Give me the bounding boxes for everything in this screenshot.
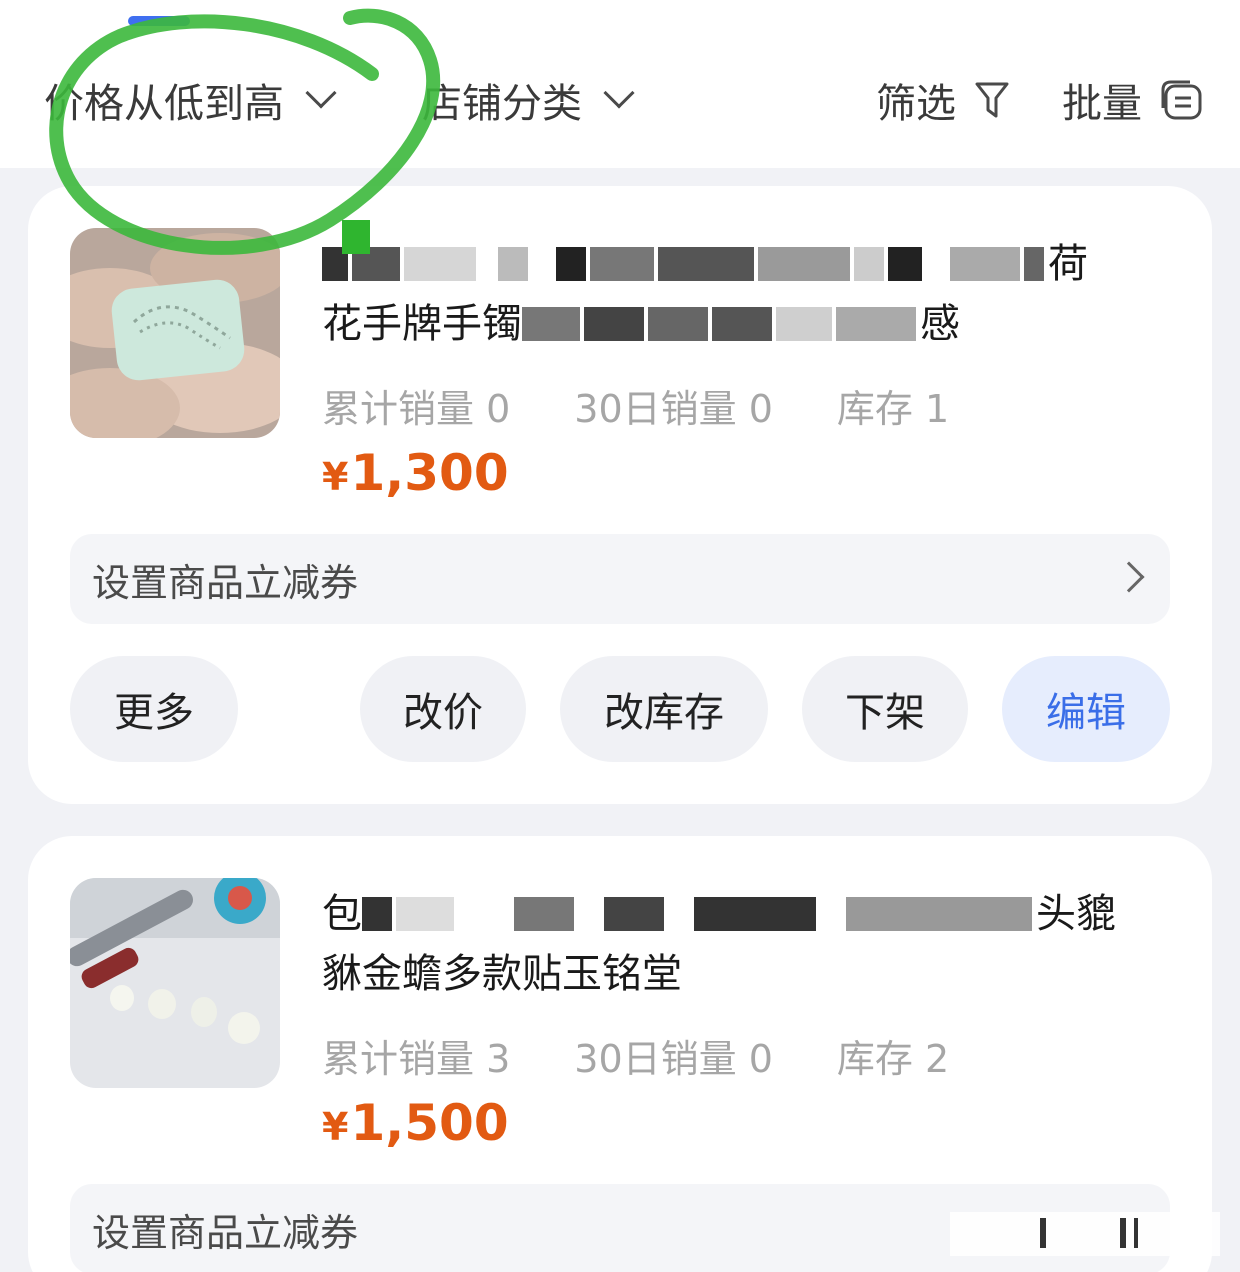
redacted-block	[322, 247, 348, 281]
currency-symbol: ¥	[322, 1105, 349, 1149]
title-line-1: 荷	[322, 234, 1162, 294]
currency-symbol: ¥	[322, 455, 349, 499]
title-line-1: 包 头貔	[322, 884, 1162, 944]
delist-label: 下架	[845, 690, 925, 736]
redacted-block	[846, 897, 1032, 931]
redacted-block	[1024, 247, 1044, 281]
redacted-block	[836, 307, 916, 341]
redacted-block	[396, 897, 454, 931]
sales-30d: 30日销量 0	[574, 387, 773, 431]
redacted-block	[776, 307, 832, 341]
more-button[interactable]: 更多	[70, 656, 238, 762]
category-dropdown[interactable]: 店铺分类	[422, 70, 635, 130]
product-title: 包 头貔 貅金蟾多款贴玉铭堂	[322, 884, 1162, 1004]
delist-button[interactable]: 下架	[802, 656, 968, 762]
redacted-block	[604, 897, 664, 931]
redacted-block	[658, 247, 754, 281]
redacted-block	[694, 897, 816, 931]
redacted-block	[590, 247, 654, 281]
title-text-start: 花手牌手镯	[322, 301, 522, 347]
chevron-down-icon	[603, 77, 635, 109]
redacted-block	[514, 897, 574, 931]
sales-30d: 30日销量 0	[574, 1037, 773, 1081]
title-text-end: 头貔	[1036, 891, 1116, 937]
title-text-start: 包	[322, 891, 362, 937]
edit-button[interactable]: 编辑	[1002, 656, 1170, 762]
redacted-block	[556, 247, 586, 281]
price-value: 1,300	[350, 444, 509, 502]
chevron-right-icon	[1113, 561, 1145, 593]
change-price-button[interactable]: 改价	[360, 656, 526, 762]
batch-list-icon	[1161, 80, 1202, 120]
price-value: 1,500	[350, 1094, 509, 1152]
product-stats: 累计销量 3 30日销量 0 库存 2	[322, 1028, 1013, 1083]
total-sales: 累计销量 3	[322, 1037, 511, 1081]
redacted-block	[362, 897, 392, 931]
title-line-2: 貅金蟾多款贴玉铭堂	[322, 944, 1162, 1004]
product-price: ¥1,500	[322, 1094, 509, 1152]
edit-label: 编辑	[1046, 690, 1126, 736]
coupon-label: 设置商品立减券	[92, 560, 359, 605]
redacted-block	[888, 247, 922, 281]
title-line-2: 花手牌手镯 感	[322, 294, 1162, 354]
product-image[interactable]	[70, 878, 280, 1088]
filter-button[interactable]: 筛选	[876, 70, 1010, 130]
batch-label: 批量	[1062, 81, 1142, 127]
change-stock-button[interactable]: 改库存	[560, 656, 768, 762]
redacted-block	[352, 247, 400, 281]
chevron-down-icon	[305, 77, 337, 109]
product-image[interactable]	[70, 228, 280, 438]
redacted-block	[854, 247, 884, 281]
title-text: 貅金蟾多款贴玉铭堂	[322, 951, 682, 997]
redacted-block	[404, 247, 476, 281]
redacted-block	[950, 247, 1020, 281]
stock-count: 库存 2	[836, 1037, 950, 1081]
filter-funnel-icon	[975, 82, 1009, 118]
coupon-label: 设置商品立减券	[92, 1210, 359, 1255]
stock-count: 库存 1	[836, 387, 950, 431]
redacted-block	[584, 307, 644, 341]
sort-label: 价格从低到高	[44, 81, 284, 127]
jade-beads-photo	[70, 878, 280, 1088]
redacted-block	[712, 307, 772, 341]
watermark	[950, 1212, 1220, 1256]
title-text-end: 感	[920, 301, 960, 347]
title-text-end: 荷	[1048, 241, 1088, 287]
product-price: ¥1,300	[322, 444, 509, 502]
change-stock-label: 改库存	[604, 690, 724, 736]
total-sales: 累计销量 0	[322, 387, 511, 431]
product-title: 荷 花手牌手镯 感	[322, 234, 1162, 354]
filter-bar: 价格从低到高 店铺分类 筛选 批量	[0, 0, 1240, 168]
redacted-block	[648, 307, 708, 341]
redacted-block	[522, 307, 580, 341]
tab-indicator	[128, 16, 190, 26]
batch-button[interactable]: 批量	[1062, 70, 1204, 130]
redacted-block	[498, 247, 528, 281]
product-stats: 累计销量 0 30日销量 0 库存 1	[322, 378, 1013, 433]
category-label: 店铺分类	[422, 81, 582, 127]
sort-dropdown[interactable]: 价格从低到高	[44, 70, 337, 130]
product-card[interactable]: 荷 花手牌手镯 感 累计销量 0 30日销量 0 库存 1 ¥1,300 设置商…	[28, 186, 1212, 804]
jade-pendant-photo	[70, 228, 280, 438]
coupon-setting-row[interactable]: 设置商品立减券	[70, 534, 1170, 624]
change-price-label: 改价	[403, 690, 483, 736]
redacted-block	[758, 247, 850, 281]
filter-label: 筛选	[876, 81, 956, 127]
more-button-label: 更多	[114, 690, 194, 736]
